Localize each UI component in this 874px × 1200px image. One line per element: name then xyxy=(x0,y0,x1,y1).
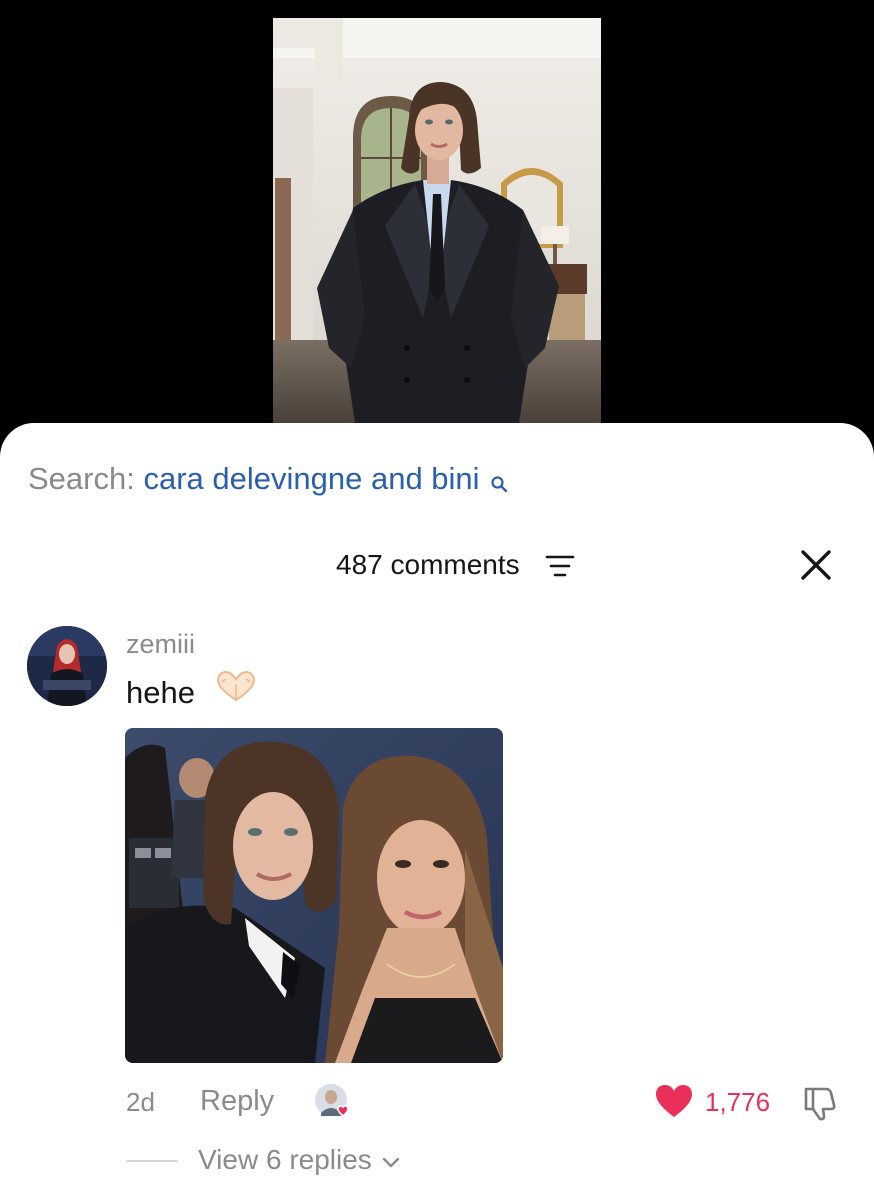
heart-icon xyxy=(656,1085,692,1117)
search-label: Search: xyxy=(28,461,135,496)
replies-divider xyxy=(126,1160,178,1162)
comment-count: 487 comments xyxy=(336,549,520,580)
view-replies-label: View 6 replies xyxy=(198,1144,372,1175)
comments-sheet: Search: cara delevingne and bini 487 com… xyxy=(0,423,874,1200)
comment-actions: 2d Reply 1,776 xyxy=(0,1079,874,1127)
comment-body: hehe xyxy=(126,675,195,710)
avatar[interactable] xyxy=(27,626,107,706)
close-button[interactable] xyxy=(796,545,836,585)
sort-icon[interactable] xyxy=(545,554,575,583)
thumbs-down-icon xyxy=(804,1087,836,1121)
like-count: 1,776 xyxy=(705,1087,771,1117)
comments-header: 487 comments xyxy=(0,545,874,585)
search-icon[interactable] xyxy=(490,463,508,503)
comment-timestamp: 2d xyxy=(126,1087,155,1117)
view-replies-button[interactable]: View 6 replies xyxy=(198,1141,400,1179)
search-query-link[interactable]: cara delevingne and bini xyxy=(143,461,479,496)
comment-text: hehe xyxy=(126,670,258,714)
close-icon xyxy=(801,550,831,580)
comment-attached-photo[interactable] xyxy=(125,728,503,1063)
comment-username[interactable]: zemiii xyxy=(126,627,195,661)
chevron-down-icon xyxy=(382,1141,400,1179)
video-preview[interactable] xyxy=(273,18,601,423)
view-replies-row: View 6 replies xyxy=(0,1141,874,1181)
app-screen: Search: cara delevingne and bini 487 com… xyxy=(0,0,874,1200)
creator-liked-icon xyxy=(314,1083,352,1121)
reply-button[interactable]: Reply xyxy=(200,1083,274,1119)
search-suggestion[interactable]: Search: cara delevingne and bini xyxy=(28,459,508,503)
heart-hands-icon xyxy=(214,670,258,714)
dislike-button[interactable] xyxy=(800,1083,840,1123)
